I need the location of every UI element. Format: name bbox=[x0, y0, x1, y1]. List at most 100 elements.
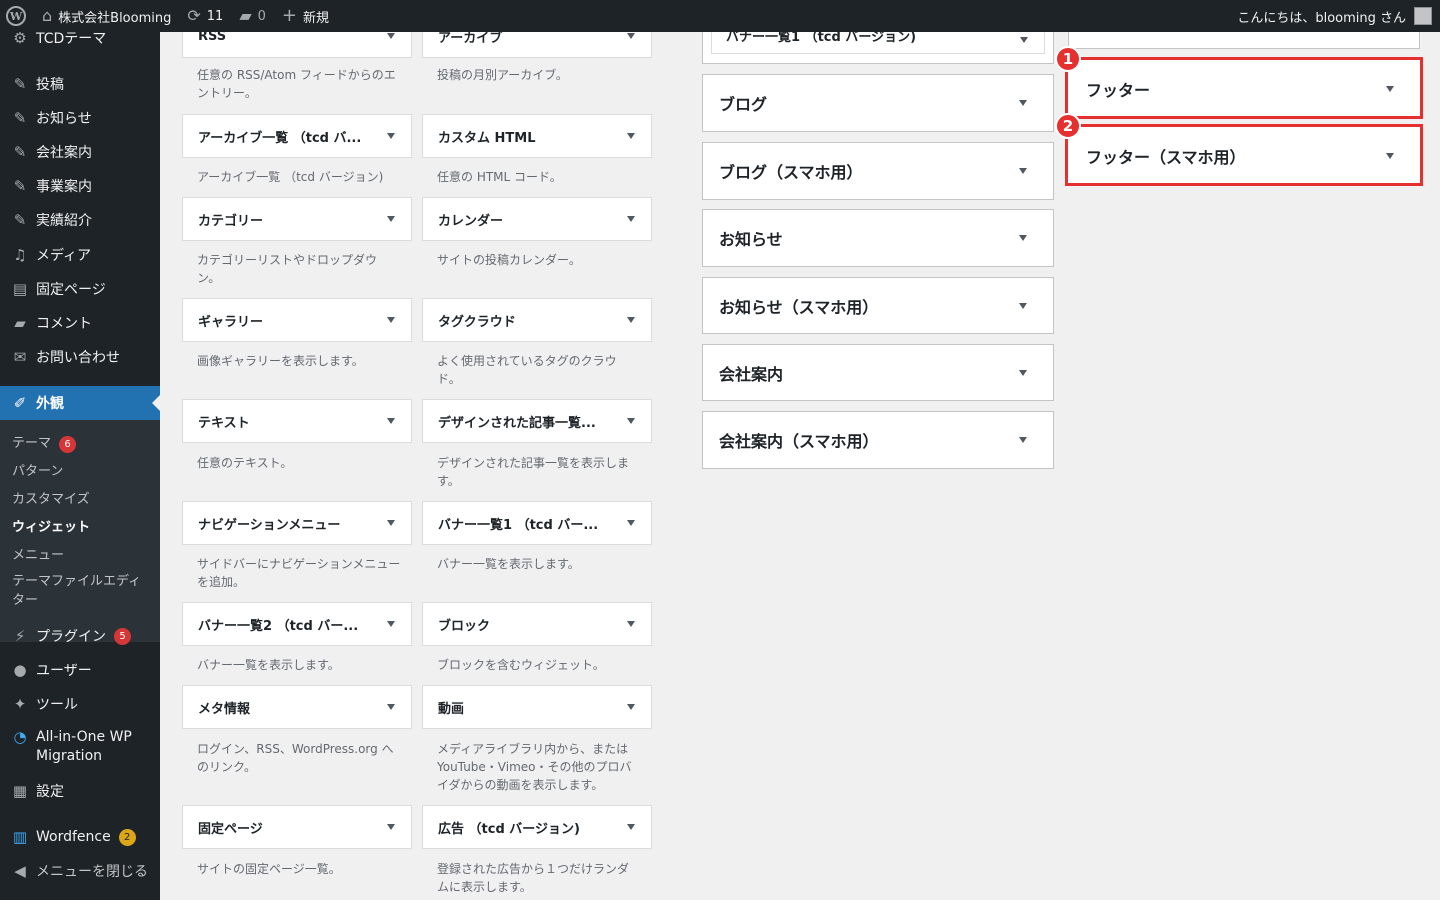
sidebar-item-label: プラグイン bbox=[36, 629, 106, 645]
plugins-update-badge: 5 bbox=[114, 627, 131, 645]
sidebar-item-news[interactable]: ✎ お知らせ bbox=[0, 106, 160, 130]
sidebar-item-works[interactable]: ✎ 実績紹介 bbox=[0, 208, 160, 232]
sidebar-item-media[interactable]: ♫ メディア bbox=[0, 243, 160, 267]
sidebar-item-users[interactable]: ● ユーザー bbox=[0, 658, 160, 682]
caret-down-icon[interactable] bbox=[627, 317, 635, 323]
widget-archive-list-tcd[interactable]: アーカイブ一覧 （tcd バ... bbox=[182, 114, 412, 158]
caret-down-icon[interactable] bbox=[387, 418, 395, 424]
caret-down-icon[interactable] bbox=[1019, 168, 1027, 174]
caret-down-icon[interactable] bbox=[387, 33, 395, 39]
widget-ads-tcd[interactable]: 広告 （tcd バージョン) bbox=[422, 805, 652, 849]
widget-pages[interactable]: 固定ページ bbox=[182, 805, 412, 849]
desc-line: ン。 bbox=[197, 271, 221, 285]
widget-navigation-menu[interactable]: ナビゲーションメニュー bbox=[182, 501, 412, 545]
desc-line: サイトの固定ページ一覧。 bbox=[197, 862, 341, 876]
sidebar-item-contact[interactable]: ✉ お問い合わせ bbox=[0, 345, 160, 369]
sidebar-item-pages[interactable]: ▤ 固定ページ bbox=[0, 277, 160, 301]
updates-link[interactable]: ⟳ 11 bbox=[179, 0, 231, 32]
my-account[interactable]: こんにちは、blooming さん bbox=[1237, 7, 1440, 26]
sidebar-item-company[interactable]: ✎ 会社案内 bbox=[0, 140, 160, 164]
sidebar-item-wordfence[interactable]: ▥ Wordfence 2 bbox=[0, 825, 160, 849]
caret-down-icon[interactable] bbox=[387, 621, 395, 627]
sidebar-item-posts[interactable]: ✎ 投稿 bbox=[0, 72, 160, 96]
caret-down-icon[interactable] bbox=[1019, 235, 1027, 241]
wordfence-icon: ▥ bbox=[12, 828, 28, 846]
submenu-patterns[interactable]: パターン bbox=[12, 460, 63, 479]
new-content-link[interactable]: + 新規 bbox=[274, 0, 337, 32]
caret-down-icon[interactable] bbox=[1019, 437, 1027, 443]
submenu-widgets[interactable]: ウィジェット bbox=[12, 516, 90, 535]
desc-line: ド。 bbox=[437, 372, 461, 386]
submenu-menus[interactable]: メニュー bbox=[12, 544, 64, 563]
sidebar-item-plugins[interactable]: ⚡ プラグイン 5 bbox=[0, 624, 160, 648]
caret-down-icon[interactable] bbox=[1019, 302, 1027, 309]
widget-banner-list-1[interactable]: バナー一覧1 （tcd バー... bbox=[422, 501, 652, 545]
caret-down-icon[interactable] bbox=[627, 520, 635, 526]
admin-bar: W ⌂ 株式会社Blooming ⟳ 11 ▰ 0 + 新規 こんにちは、blo… bbox=[0, 0, 1440, 32]
sidebar-item-label: コメント bbox=[36, 316, 92, 332]
widget-gallery[interactable]: ギャラリー bbox=[182, 298, 412, 342]
caret-down-icon[interactable] bbox=[387, 317, 395, 323]
caret-down-icon[interactable] bbox=[1020, 37, 1028, 43]
desc-line: YouTube・Vimeo・その他のプロバ bbox=[437, 760, 632, 774]
caret-down-icon[interactable] bbox=[627, 824, 635, 830]
widget-area-title: お知らせ bbox=[719, 230, 783, 249]
sidebar-item-comments[interactable]: ▰ コメント bbox=[0, 311, 160, 335]
comments-link[interactable]: ▰ 0 bbox=[231, 0, 274, 32]
widget-custom-html[interactable]: カスタム HTML bbox=[422, 114, 652, 158]
widget-area-company[interactable]: 会社案内 bbox=[702, 344, 1054, 401]
caret-down-icon[interactable] bbox=[627, 133, 635, 139]
brush-icon: ✐ bbox=[13, 394, 27, 412]
sidebar-item-label: メディア bbox=[36, 248, 92, 264]
widget-description: ブロックを含むウィジェット。 bbox=[437, 656, 647, 674]
caret-down-icon[interactable] bbox=[627, 621, 635, 627]
widget-banner-list-2[interactable]: バナー一覧2 （tcd バー... bbox=[182, 602, 412, 646]
widget-tag-cloud[interactable]: タグクラウド bbox=[422, 298, 652, 342]
sidebar-item-label: 投稿 bbox=[36, 77, 64, 93]
caret-down-icon[interactable] bbox=[627, 418, 635, 424]
collapse-menu-button[interactable]: ◀ メニューを閉じる bbox=[0, 859, 160, 883]
widget-description: 任意の RSS/Atom フィードからのエ ントリー。 bbox=[197, 66, 407, 102]
widget-calendar[interactable]: カレンダー bbox=[422, 197, 652, 241]
widget-designed-post-list[interactable]: デザインされた記事一覧... bbox=[422, 399, 652, 443]
sidebar-item-label-line2: Migration bbox=[36, 748, 103, 764]
widget-video[interactable]: 動画 bbox=[422, 685, 652, 729]
caret-down-icon[interactable] bbox=[627, 216, 635, 222]
widget-area-blog[interactable]: ブログ bbox=[702, 74, 1054, 132]
sidebar-item-tcd-theme[interactable]: ⚙ TCDテーマ bbox=[0, 32, 160, 50]
caret-down-icon[interactable] bbox=[387, 704, 395, 710]
widget-title: カレンダー bbox=[438, 213, 504, 229]
caret-down-icon[interactable] bbox=[387, 133, 395, 139]
desc-line: 登録された広告から１つだけランダ bbox=[437, 862, 630, 876]
sidebar-item-label: 会社案内 bbox=[36, 145, 92, 161]
sidebar-item-tools[interactable]: ✦ ツール bbox=[0, 692, 160, 716]
submenu-theme-editor[interactable]: テーマファイルエディ ター bbox=[12, 572, 141, 610]
sidebar-item-business[interactable]: ✎ 事業案内 bbox=[0, 174, 160, 198]
widget-block[interactable]: ブロック bbox=[422, 602, 652, 646]
caret-down-icon[interactable] bbox=[387, 520, 395, 526]
widget-area-company-mobile[interactable]: 会社案内（スマホ用） bbox=[702, 411, 1054, 469]
caret-down-icon[interactable] bbox=[627, 704, 635, 710]
widget-area-news[interactable]: お知らせ bbox=[702, 209, 1054, 267]
widget-area-blog-mobile[interactable]: ブログ（スマホ用） bbox=[702, 142, 1054, 200]
widget-area-title: 会社案内 bbox=[719, 364, 784, 384]
widget-categories[interactable]: カテゴリー bbox=[182, 197, 412, 241]
desc-line: 任意の HTML コード。 bbox=[437, 170, 562, 184]
sidebar-item-settings[interactable]: ▦ 設定 bbox=[0, 779, 160, 803]
caret-down-icon[interactable] bbox=[1019, 369, 1027, 376]
sidebar-item-appearance[interactable]: ✐ 外観 bbox=[0, 386, 160, 420]
site-name-link[interactable]: ⌂ 株式会社Blooming bbox=[34, 0, 179, 32]
sidebar-item-migration[interactable]: ◔ All-in-One WP Migration bbox=[0, 728, 160, 768]
desc-line: 任意のテキスト。 bbox=[197, 456, 293, 470]
caret-down-icon[interactable] bbox=[627, 33, 635, 39]
wp-logo-menu[interactable]: W bbox=[0, 0, 34, 32]
sidebar-item-label: お問い合わせ bbox=[36, 350, 120, 366]
caret-down-icon[interactable] bbox=[387, 216, 395, 222]
widget-text[interactable]: テキスト bbox=[182, 399, 412, 443]
widget-area-news-mobile[interactable]: お知らせ（スマホ用） bbox=[702, 277, 1054, 334]
caret-down-icon[interactable] bbox=[387, 824, 395, 830]
submenu-themes[interactable]: テーマ 6 bbox=[12, 432, 77, 453]
submenu-customize[interactable]: カスタマイズ bbox=[12, 488, 90, 507]
widget-meta[interactable]: メタ情報 bbox=[182, 685, 412, 729]
caret-down-icon[interactable] bbox=[1019, 100, 1027, 106]
